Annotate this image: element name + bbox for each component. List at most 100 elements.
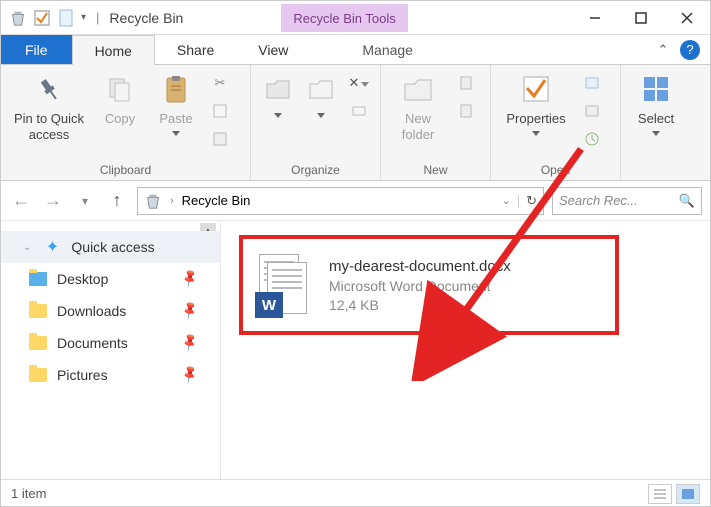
tree-item-desktop[interactable]: Desktop 📌 (1, 263, 220, 295)
pin-icon: 📌 (179, 268, 201, 290)
properties-button[interactable]: Properties (499, 71, 573, 136)
group-label-organize: Organize (251, 163, 380, 180)
pushpin-icon (33, 73, 65, 105)
select-label: Select (638, 111, 674, 127)
pin-to-quick-access-button[interactable]: Pin to Quick access (9, 71, 89, 142)
search-box[interactable]: Search Rec... 🔍 (552, 187, 702, 215)
new-folder-label: New folder (389, 111, 447, 142)
tab-view[interactable]: View (236, 35, 310, 64)
tree-label: Documents (57, 335, 128, 351)
file-item[interactable]: W my-dearest-document.docx Microsoft Wor… (239, 235, 619, 335)
tree-label: Pictures (57, 367, 108, 383)
star-icon: ✦ (43, 238, 61, 256)
context-tool-tab[interactable]: Recycle Bin Tools (281, 4, 407, 32)
chevron-down-icon (274, 113, 282, 118)
file-info: my-dearest-document.docx Microsoft Word … (329, 258, 511, 313)
view-tiles-button[interactable] (676, 484, 700, 504)
word-document-icon: W (255, 250, 313, 320)
tree-item-downloads[interactable]: Downloads 📌 (1, 295, 220, 327)
ribbon-group-organize: ✕ Organize (251, 65, 381, 180)
close-button[interactable] (664, 1, 710, 35)
folder-icon (29, 366, 47, 384)
ribbon-tabs: File Home Share View Manage ⌃ ? (1, 35, 710, 65)
chevron-down-icon[interactable]: ⌄ (23, 242, 31, 253)
document-icon[interactable] (57, 9, 75, 27)
ribbon-group-new: New folder New (381, 65, 491, 180)
recycle-bin-icon (9, 9, 27, 27)
help-button[interactable]: ? (680, 40, 700, 60)
qat-dropdown-icon[interactable]: ▾ (81, 12, 86, 23)
window-title: Recycle Bin (109, 10, 183, 26)
tree-item-documents[interactable]: Documents 📌 (1, 327, 220, 359)
back-button[interactable]: ← (9, 189, 33, 213)
search-icon[interactable]: 🔍 (679, 193, 695, 209)
window-controls (572, 1, 710, 35)
move-to-icon (262, 73, 294, 105)
forward-button[interactable]: → (41, 189, 65, 213)
quick-access-label: Quick access (71, 239, 154, 255)
content-pane[interactable]: W my-dearest-document.docx Microsoft Wor… (221, 221, 710, 479)
rename-button[interactable] (346, 99, 372, 123)
recent-locations-button[interactable]: ▾ (73, 189, 97, 213)
copy-label: Copy (105, 111, 135, 127)
refresh-button[interactable]: ↻ (526, 193, 537, 209)
tree-label: Desktop (57, 271, 108, 287)
history-button[interactable] (579, 127, 605, 151)
select-icon (640, 73, 672, 105)
checkbox-icon[interactable] (33, 9, 51, 27)
address-dropdown-icon[interactable]: ⌄ (501, 194, 510, 207)
tab-home[interactable]: Home (72, 35, 155, 65)
folder-icon (29, 334, 47, 352)
copy-to-button[interactable] (303, 71, 341, 118)
copy-icon (104, 73, 136, 105)
view-details-button[interactable] (648, 484, 672, 504)
delete-icon: ✕ (349, 75, 360, 91)
copy-path-button[interactable] (207, 99, 233, 123)
titlebar: ▾ | Recycle Bin Recycle Bin Tools (1, 1, 710, 35)
tab-share[interactable]: Share (155, 35, 236, 64)
move-to-button[interactable] (259, 71, 297, 118)
group-label-open: Open (491, 163, 620, 180)
minimize-button[interactable] (572, 1, 618, 35)
maximize-button[interactable] (618, 1, 664, 35)
pin-icon: 📌 (179, 300, 201, 322)
edit-button[interactable] (579, 99, 605, 123)
ribbon: Pin to Quick access Copy Paste ✂ (1, 65, 710, 181)
tree-quick-access[interactable]: ⌄ ✦ Quick access (1, 231, 220, 263)
paste-button[interactable]: Paste (151, 71, 201, 136)
chevron-right-icon[interactable]: › (170, 195, 174, 207)
cut-button[interactable]: ✂ (207, 71, 233, 95)
recycle-bin-icon (144, 192, 162, 210)
new-folder-button[interactable]: New folder (389, 71, 447, 142)
folder-icon (29, 270, 47, 288)
search-placeholder: Search Rec... (559, 193, 638, 208)
file-size: 12,4 KB (329, 297, 511, 313)
properties-label: Properties (506, 111, 565, 127)
pin-to-quick-access-label: Pin to Quick access (9, 111, 89, 142)
open-button[interactable] (579, 71, 605, 95)
easy-access-button[interactable] (453, 99, 479, 123)
up-button[interactable]: ↑ (105, 189, 129, 213)
group-label-new: New (381, 163, 490, 180)
tree-item-pictures[interactable]: Pictures 📌 (1, 359, 220, 391)
navigation-pane: ▲ ⌄ ✦ Quick access Desktop 📌 Downloads 📌… (1, 221, 221, 479)
copy-to-icon (305, 73, 337, 105)
file-name: my-dearest-document.docx (329, 258, 511, 275)
copy-button[interactable]: Copy (95, 71, 145, 127)
tab-file[interactable]: File (1, 35, 72, 64)
chevron-down-icon (532, 131, 540, 136)
address-bar[interactable]: › Recycle Bin ⌄ | ↻ (137, 187, 544, 215)
pin-icon: 📌 (179, 332, 201, 354)
pin-icon: 📌 (179, 364, 201, 386)
ribbon-collapse-button[interactable]: ⌃ (652, 42, 674, 58)
breadcrumb-location[interactable]: Recycle Bin (182, 193, 251, 208)
paste-shortcut-button[interactable] (207, 127, 233, 151)
paste-icon (160, 73, 192, 105)
group-label-select (621, 163, 691, 180)
tab-manage[interactable]: Manage (340, 35, 435, 64)
new-item-button[interactable] (453, 71, 479, 95)
ribbon-group-open: Properties Open (491, 65, 621, 180)
delete-button[interactable]: ✕ (346, 71, 372, 95)
select-button[interactable]: Select (629, 71, 683, 136)
tree-label: Downloads (57, 303, 126, 319)
